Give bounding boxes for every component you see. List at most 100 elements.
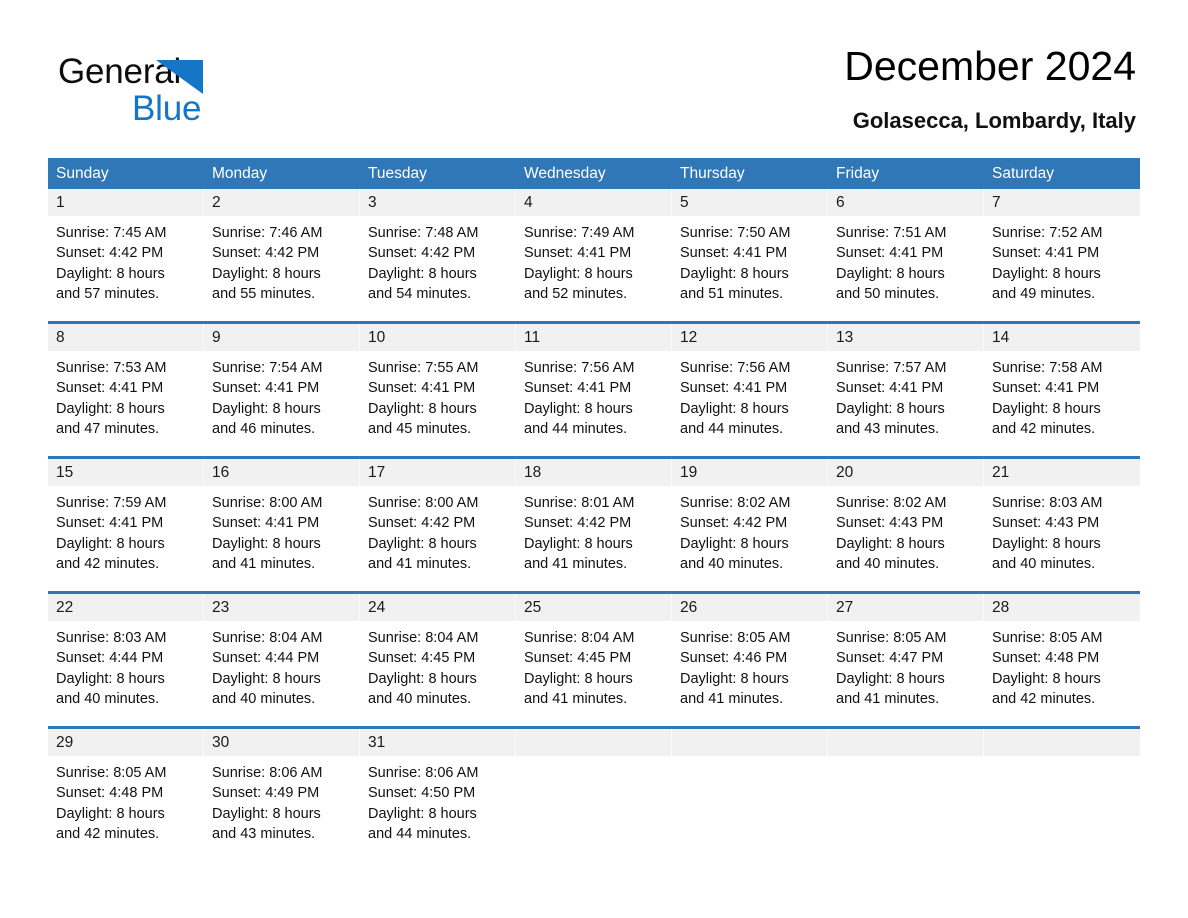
calendar-day-cell[interactable]: 7 Sunrise: 7:52 AM Sunset: 4:41 PM Daylight… (984, 189, 1140, 321)
day-details: Sunrise: 8:05 AM Sunset: 4:47 PM Daylight:… (828, 621, 984, 710)
day-number: 5 (680, 194, 689, 211)
weekday-header-wednesday: Wednesday (524, 165, 606, 182)
day-details: Sunrise: 8:04 AM Sunset: 4:45 PM Daylight:… (360, 621, 516, 710)
daylight-text-line1: Daylight: 8 hours (524, 265, 633, 282)
daylight-text-line2: and 51 minutes. (680, 286, 784, 303)
day-number: 27 (836, 599, 854, 616)
calendar-day-cell[interactable]: 25 Sunrise: 8:04 AM Sunset: 4:45 PM Dayligh… (516, 594, 672, 726)
day-number-band: 10 (360, 324, 516, 351)
day-number-band: 4 (516, 189, 672, 216)
sunset-text: Sunset: 4:47 PM (836, 650, 944, 667)
calendar-day-cell[interactable]: 8 Sunrise: 7:53 AM Sunset: 4:41 PM Daylight… (48, 324, 204, 456)
daylight-text-line1: Daylight: 8 hours (212, 400, 321, 417)
daylight-text-line1: Daylight: 8 hours (56, 400, 165, 417)
sunrise-text: Sunrise: 8:06 AM (212, 765, 323, 781)
calendar-day-cell[interactable]: 27 Sunrise: 8:05 AM Sunset: 4:47 PM Dayligh… (828, 594, 984, 726)
calendar-day-cell[interactable]: 12 Sunrise: 7:56 AM Sunset: 4:41 PM Dayligh… (672, 324, 828, 456)
sunrise-text: Sunrise: 8:02 AM (680, 495, 791, 511)
sunrise-text: Sunrise: 8:03 AM (56, 630, 167, 646)
calendar-day-cell[interactable]: 31 Sunrise: 8:06 AM Sunset: 4:50 PM Dayligh… (360, 729, 516, 855)
calendar-day-cell[interactable]: 14 Sunrise: 7:58 AM Sunset: 4:41 PM Dayligh… (984, 324, 1140, 456)
sunrise-text: Sunrise: 7:56 AM (680, 360, 791, 376)
calendar-day-cell[interactable]: 10 Sunrise: 7:55 AM Sunset: 4:41 PM Dayligh… (360, 324, 516, 456)
calendar-day-cell[interactable]: 1 Sunrise: 7:45 AM Sunset: 4:42 PM Daylight… (48, 189, 204, 321)
day-number: 22 (56, 599, 74, 616)
calendar-day-cell[interactable]: 18 Sunrise: 8:01 AM Sunset: 4:42 PM Dayligh… (516, 459, 672, 591)
sunrise-text: Sunrise: 7:48 AM (368, 225, 479, 241)
daylight-text-line1: Daylight: 8 hours (992, 535, 1101, 552)
daylight-text-line2: and 40 minutes. (212, 691, 316, 708)
sunrise-text: Sunrise: 7:57 AM (836, 360, 947, 376)
day-number-band (672, 729, 828, 756)
calendar-day-cell[interactable]: 9 Sunrise: 7:54 AM Sunset: 4:41 PM Daylight… (204, 324, 360, 456)
calendar-day-cell[interactable]: 20 Sunrise: 8:02 AM Sunset: 4:43 PM Dayligh… (828, 459, 984, 591)
daylight-text-line2: and 57 minutes. (56, 286, 160, 303)
calendar-day-cell[interactable]: 19 Sunrise: 8:02 AM Sunset: 4:42 PM Dayligh… (672, 459, 828, 591)
day-number-band: 22 (48, 594, 204, 621)
calendar-day-cell[interactable]: 5 Sunrise: 7:50 AM Sunset: 4:41 PM Daylight… (672, 189, 828, 321)
calendar-day-cell[interactable]: 26 Sunrise: 8:05 AM Sunset: 4:46 PM Dayligh… (672, 594, 828, 726)
day-number-band: 25 (516, 594, 672, 621)
sunset-text: Sunset: 4:48 PM (992, 650, 1100, 667)
day-number-band (828, 729, 984, 756)
calendar-day-cell[interactable]: 30 Sunrise: 8:06 AM Sunset: 4:49 PM Dayligh… (204, 729, 360, 855)
weekday-header-thursday: Thursday (680, 165, 745, 182)
calendar-day-cell[interactable]: 16 Sunrise: 8:00 AM Sunset: 4:41 PM Dayligh… (204, 459, 360, 591)
day-details: Sunrise: 8:05 AM Sunset: 4:48 PM Daylight:… (984, 621, 1140, 710)
day-details: Sunrise: 8:00 AM Sunset: 4:41 PM Daylight:… (204, 486, 360, 575)
calendar-day-cell[interactable]: 21 Sunrise: 8:03 AM Sunset: 4:43 PM Dayligh… (984, 459, 1140, 591)
sunset-text: Sunset: 4:41 PM (56, 515, 164, 532)
day-number: 13 (836, 329, 854, 346)
daylight-text-line2: and 44 minutes. (368, 826, 472, 843)
calendar-day-cell[interactable]: 13 Sunrise: 7:57 AM Sunset: 4:41 PM Dayligh… (828, 324, 984, 456)
day-details: Sunrise: 8:00 AM Sunset: 4:42 PM Daylight:… (360, 486, 516, 575)
day-details: Sunrise: 7:51 AM Sunset: 4:41 PM Daylight:… (828, 216, 984, 305)
calendar-day-cell[interactable]: 24 Sunrise: 8:04 AM Sunset: 4:45 PM Dayligh… (360, 594, 516, 726)
sunset-text: Sunset: 4:43 PM (836, 515, 944, 532)
day-details: Sunrise: 7:46 AM Sunset: 4:42 PM Daylight:… (204, 216, 360, 305)
daylight-text-line1: Daylight: 8 hours (56, 265, 165, 282)
daylight-text-line2: and 44 minutes. (680, 421, 784, 438)
calendar-day-cell-empty (984, 729, 1140, 855)
page-title: December 2024 (844, 43, 1136, 89)
calendar-day-cell[interactable]: 23 Sunrise: 8:04 AM Sunset: 4:44 PM Dayligh… (204, 594, 360, 726)
day-details: Sunrise: 8:05 AM Sunset: 4:46 PM Daylight:… (672, 621, 828, 710)
calendar-day-cell[interactable]: 3 Sunrise: 7:48 AM Sunset: 4:42 PM Daylight… (360, 189, 516, 321)
weekday-header-row: Sunday Monday Tuesday Wednesday Thursday… (48, 158, 1140, 189)
daylight-text-line2: and 42 minutes. (992, 691, 1096, 708)
calendar-day-cell[interactable]: 22 Sunrise: 8:03 AM Sunset: 4:44 PM Dayligh… (48, 594, 204, 726)
sunrise-text: Sunrise: 7:46 AM (212, 225, 323, 241)
calendar-day-cell[interactable]: 11 Sunrise: 7:56 AM Sunset: 4:41 PM Dayligh… (516, 324, 672, 456)
day-number: 23 (212, 599, 230, 616)
calendar-day-cell[interactable]: 17 Sunrise: 8:00 AM Sunset: 4:42 PM Dayligh… (360, 459, 516, 591)
day-details (516, 756, 672, 763)
day-number-band: 12 (672, 324, 828, 351)
calendar-day-cell[interactable]: 6 Sunrise: 7:51 AM Sunset: 4:41 PM Daylight… (828, 189, 984, 321)
title-block: December 2024 Golasecca, Lombardy, Italy (844, 40, 1136, 136)
day-details: Sunrise: 8:04 AM Sunset: 4:44 PM Daylight:… (204, 621, 360, 710)
sunrise-text: Sunrise: 8:05 AM (56, 765, 167, 781)
day-number: 16 (212, 464, 230, 481)
daylight-text-line2: and 43 minutes. (212, 826, 316, 843)
day-details (672, 756, 828, 763)
day-number-band: 26 (672, 594, 828, 621)
calendar-day-cell[interactable]: 15 Sunrise: 7:59 AM Sunset: 4:41 PM Dayligh… (48, 459, 204, 591)
calendar-day-cell[interactable]: 28 Sunrise: 8:05 AM Sunset: 4:48 PM Dayligh… (984, 594, 1140, 726)
day-number: 19 (680, 464, 698, 481)
daylight-text-line2: and 43 minutes. (836, 421, 940, 438)
daylight-text-line1: Daylight: 8 hours (368, 670, 477, 687)
sunrise-text: Sunrise: 8:06 AM (368, 765, 479, 781)
calendar-day-cell[interactable]: 29 Sunrise: 8:05 AM Sunset: 4:48 PM Dayligh… (48, 729, 204, 855)
sunrise-text: Sunrise: 7:59 AM (56, 495, 167, 511)
day-number: 8 (56, 329, 65, 346)
calendar-day-cell-empty (516, 729, 672, 855)
sunrise-text: Sunrise: 7:54 AM (212, 360, 323, 376)
calendar-day-cell[interactable]: 4 Sunrise: 7:49 AM Sunset: 4:41 PM Daylight… (516, 189, 672, 321)
calendar-day-cell[interactable]: 2 Sunrise: 7:46 AM Sunset: 4:42 PM Daylight… (204, 189, 360, 321)
daylight-text-line1: Daylight: 8 hours (56, 670, 165, 687)
sunrise-text: Sunrise: 7:51 AM (836, 225, 947, 241)
page-header: General Blue December 2024 Golasecca, Lo… (48, 40, 1140, 148)
daylight-text-line1: Daylight: 8 hours (992, 265, 1101, 282)
day-details: Sunrise: 7:48 AM Sunset: 4:42 PM Daylight:… (360, 216, 516, 305)
generalblue-logo[interactable]: General Blue (58, 52, 278, 132)
